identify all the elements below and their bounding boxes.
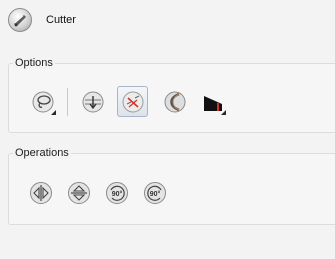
tool-title: Cutter [46, 14, 76, 26]
flip-vertical-icon [67, 181, 91, 205]
operations-group: Operations 90° 90° [8, 147, 335, 225]
options-separator [67, 88, 68, 116]
cutter-tool-icon [8, 8, 32, 32]
sphere-arrow-icon [81, 90, 105, 114]
rotate-cw-button[interactable]: 90° [103, 179, 131, 207]
flip-horizontal-icon [29, 181, 53, 205]
menu-corner-indicator [51, 110, 56, 115]
flip-horizontal-button[interactable] [27, 179, 55, 207]
rotate-ccw-button[interactable]: 90° [141, 179, 169, 207]
rotate-90-ccw-icon: 90° [143, 181, 167, 205]
use-mouse-button[interactable] [79, 88, 107, 116]
tool-header: Cutter [8, 6, 76, 34]
rotate-cw-text: 90° [112, 190, 123, 198]
cut-mode-button[interactable] [117, 86, 148, 117]
options-label: Options [13, 57, 55, 69]
flip-vertical-button[interactable] [65, 179, 93, 207]
tip-style-button[interactable] [161, 88, 189, 116]
menu-corner-indicator [221, 110, 226, 115]
scissors-cross-icon [121, 90, 145, 114]
rotate-ccw-text: 90° [150, 190, 161, 198]
options-group: Options [8, 57, 335, 133]
mark-color-button[interactable] [199, 88, 227, 116]
operations-label: Operations [13, 147, 71, 159]
curve-sphere-icon [163, 90, 187, 114]
lasso-select-button[interactable] [29, 88, 57, 116]
rotate-90-cw-icon: 90° [105, 181, 129, 205]
